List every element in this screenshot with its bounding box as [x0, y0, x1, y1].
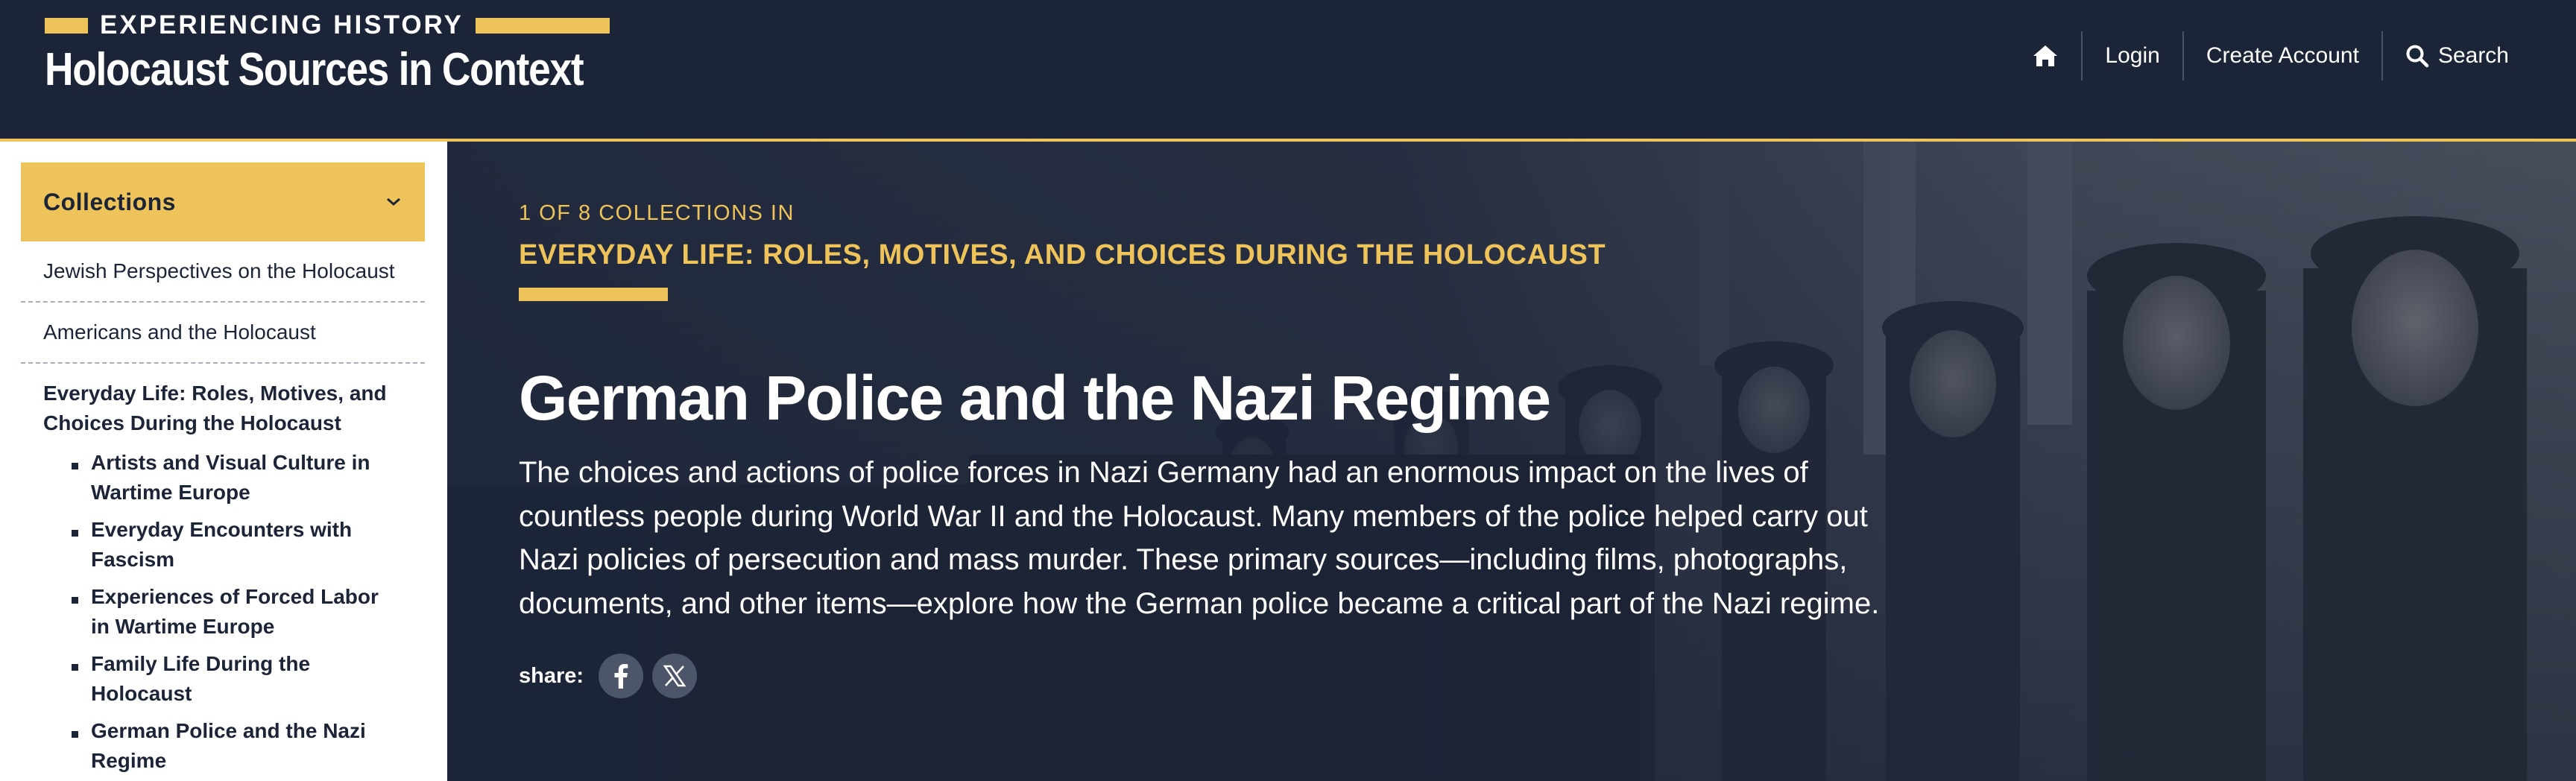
collections-toggle[interactable]: Collections [21, 162, 425, 241]
parent-collection-link[interactable]: EVERYDAY LIFE: ROLES, MOTIVES, AND CHOIC… [519, 239, 1935, 271]
hero-content: 1 OF 8 COLLECTIONS IN EVERYDAY LIFE: ROL… [519, 201, 1935, 698]
accent-bar [519, 288, 668, 301]
sub-item-everyday-encounters[interactable]: Everyday Encounters with Fascism [70, 511, 402, 578]
sub-item-family-life[interactable]: Family Life During the Holocaust [70, 645, 402, 712]
search-button[interactable]: Search [2383, 30, 2531, 82]
site-logo[interactable]: EXPERIENCING HISTORY Holocaust Sources i… [45, 10, 671, 95]
facebook-icon [614, 664, 628, 689]
share-label: share: [519, 663, 584, 688]
collections-label: Collections [43, 188, 176, 215]
sidebar-item-americans-and-the-holocaust[interactable]: Americans and the Holocaust [21, 303, 425, 364]
top-nav: Login Create Account Search [2010, 30, 2531, 82]
collection-count: 1 OF 8 COLLECTIONS IN [519, 201, 795, 225]
home-icon [2033, 45, 2058, 66]
brand-kicker-row: EXPERIENCING HISTORY [45, 10, 671, 40]
share-bar: share: [519, 654, 1935, 698]
create-account-link[interactable]: Create Account [2184, 30, 2381, 82]
login-link[interactable]: Login [2083, 30, 2182, 82]
hero-banner: 1 OF 8 COLLECTIONS IN EVERYDAY LIFE: ROL… [447, 142, 2576, 781]
search-icon [2406, 45, 2429, 68]
x-icon [663, 665, 686, 687]
page-description: The choices and actions of police forces… [519, 456, 1880, 620]
sidebar-item-jewish-perspectives[interactable]: Jewish Perspectives on the Holocaust [21, 241, 425, 303]
sidebar-item-everyday-life: Everyday Life: Roles, Motives, and Choic… [21, 364, 425, 781]
sub-item-german-police[interactable]: German Police and the Nazi Regime [70, 712, 402, 780]
collections-list: Jewish Perspectives on the Holocaust Ame… [21, 241, 425, 781]
chevron-down-icon [387, 197, 400, 206]
site-title[interactable]: Holocaust Sources in Context [45, 44, 584, 95]
brand-bar-left [45, 17, 88, 34]
share-x-button[interactable] [652, 654, 698, 698]
sidebar-item-label[interactable]: Everyday Life: Roles, Motives, and Choic… [43, 379, 402, 438]
search-label: Search [2437, 43, 2509, 68]
page-title: German Police and the Nazi Regime [519, 363, 1551, 433]
share-facebook-button[interactable] [599, 654, 644, 698]
sub-item-artists-visual-culture[interactable]: Artists and Visual Culture in Wartime Eu… [70, 444, 402, 511]
site-header: EXPERIENCING HISTORY Holocaust Sources i… [0, 0, 2576, 139]
brand-kicker: EXPERIENCING HISTORY [100, 10, 464, 39]
sub-collections-list: Artists and Visual Culture in Wartime Eu… [43, 444, 402, 780]
brand-bar-right [475, 17, 610, 34]
home-link[interactable] [2010, 30, 2081, 82]
sidebar: Collections Jewish Perspectives on the H… [21, 162, 425, 781]
sub-item-forced-labor[interactable]: Experiences of Forced Labor in Wartime E… [70, 578, 402, 645]
